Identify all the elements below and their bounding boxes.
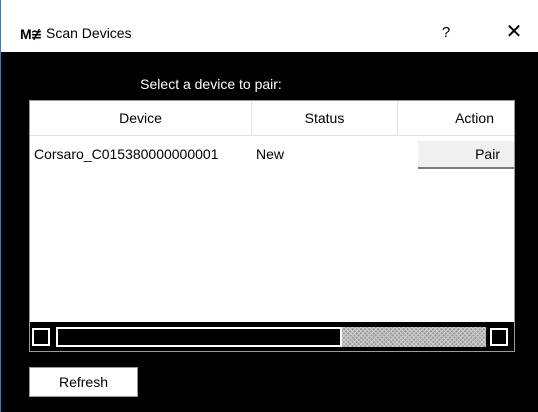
scroll-right-arrow[interactable]	[490, 328, 508, 346]
close-icon: ✕	[505, 21, 523, 43]
scan-devices-dialog: M≇ Scan Devices ? ✕ Select a device to p…	[0, 0, 538, 412]
table-row[interactable]: Corsaro_C015380000000001 New Pair	[30, 136, 514, 172]
column-header-status[interactable]: Status	[252, 101, 398, 136]
column-header-action[interactable]: Action	[398, 101, 514, 136]
scrollbar-thumb[interactable]	[56, 327, 342, 347]
prompt-label: Select a device to pair:	[140, 76, 282, 92]
column-header-device[interactable]: Device	[30, 101, 252, 136]
device-table: Device Status Action Corsaro_C0153800000…	[29, 100, 515, 352]
window-title: Scan Devices	[46, 25, 132, 41]
scrollbar-track[interactable]	[342, 327, 486, 347]
scroll-left-arrow[interactable]	[32, 328, 50, 346]
status-cell: New	[256, 146, 285, 162]
refresh-button[interactable]: Refresh	[29, 367, 138, 397]
horizontal-scrollbar[interactable]	[30, 322, 514, 351]
app-logo-icon: M≇	[20, 26, 42, 42]
top-strip	[1, 0, 538, 14]
close-button[interactable]: ✕	[503, 20, 525, 44]
table-header: Device Status Action	[30, 101, 514, 136]
help-button[interactable]: ?	[435, 22, 457, 44]
pair-button[interactable]: Pair	[418, 141, 514, 169]
device-name-cell: Corsaro_C015380000000001	[34, 146, 219, 162]
title-bar: M≇ Scan Devices ? ✕	[1, 14, 538, 52]
